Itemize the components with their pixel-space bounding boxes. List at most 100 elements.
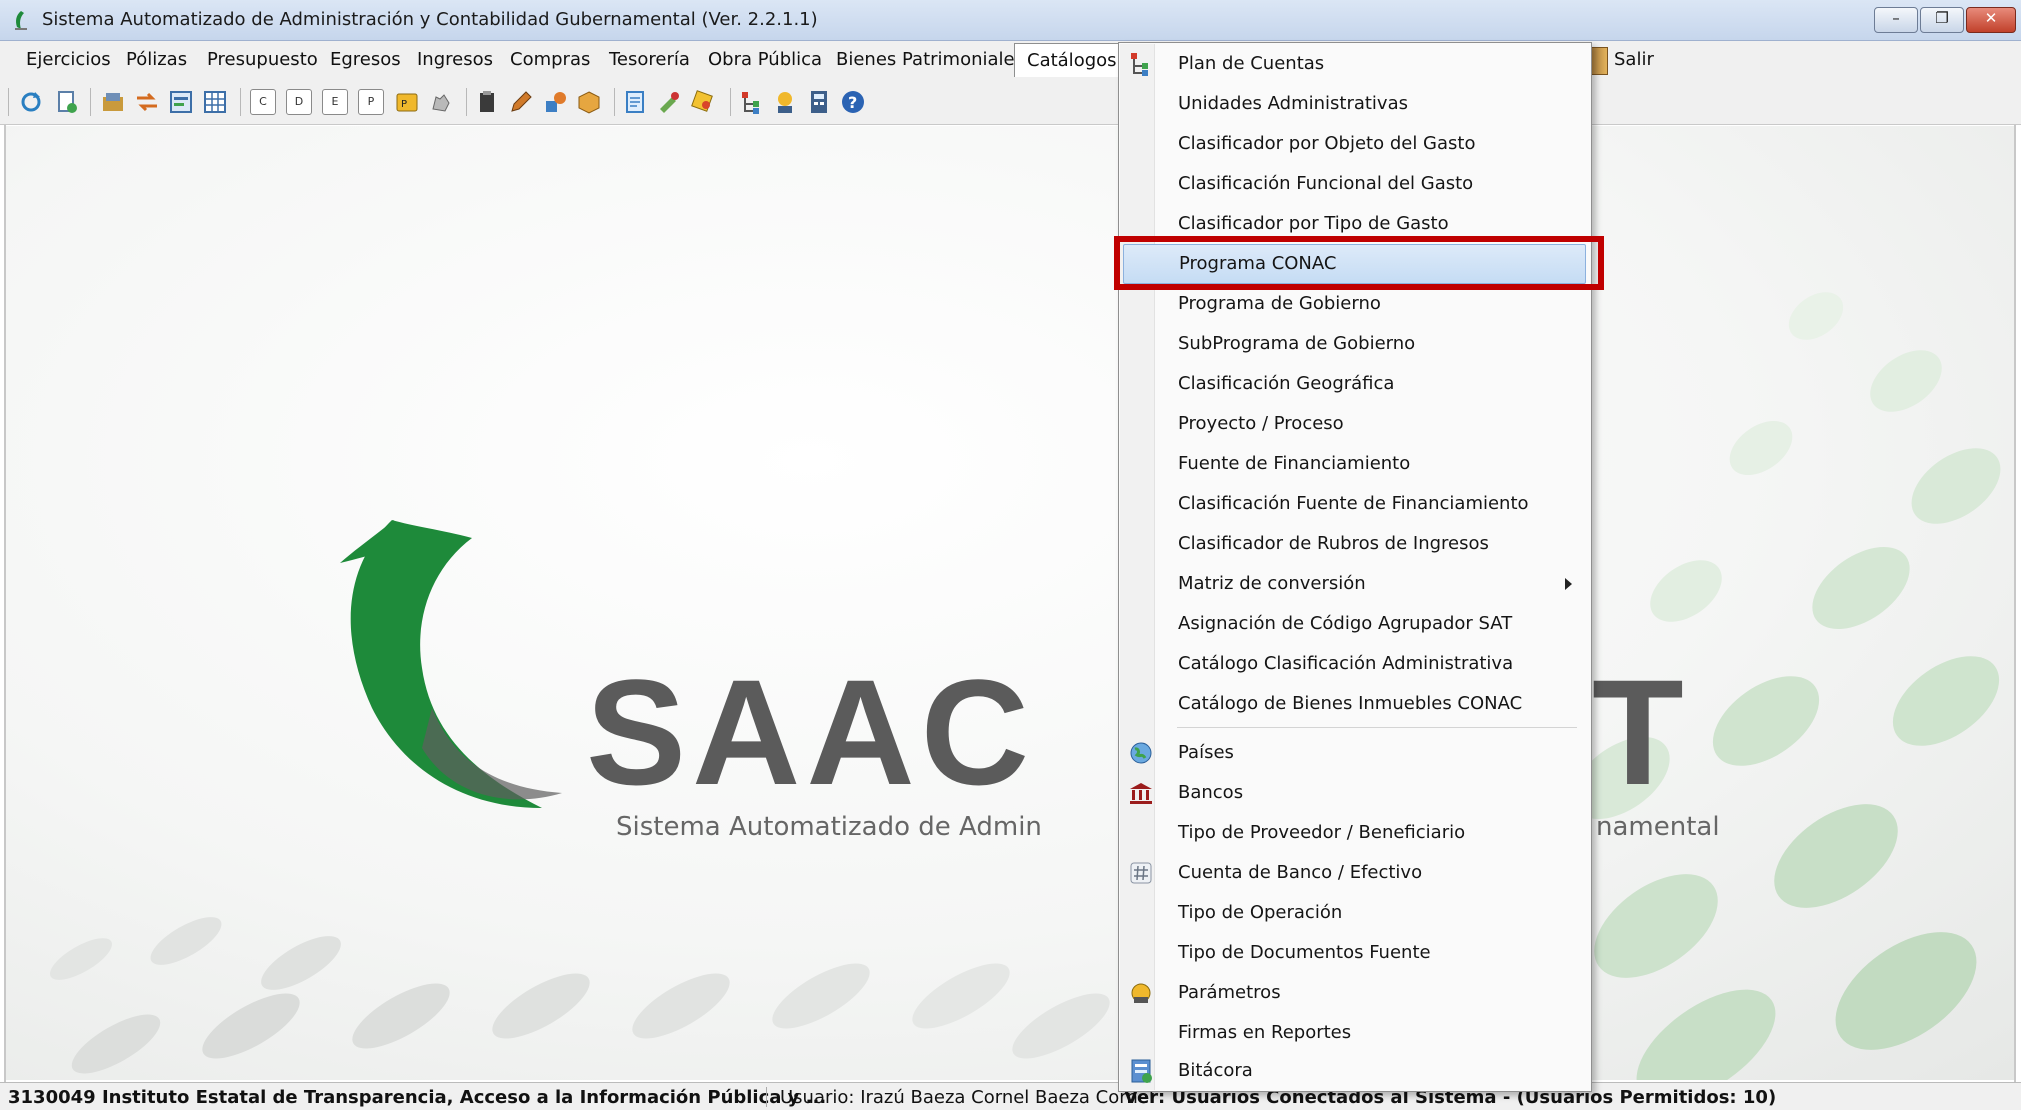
menu-item-label: Clasificador por Tipo de Gasto	[1178, 213, 1449, 234]
svg-text:P: P	[401, 99, 407, 110]
background-pattern	[1617, 967, 1795, 1080]
menu-item-catalogo-bienes-inmuebles[interactable]: Catálogo de Bienes Inmuebles CONAC	[1120, 684, 1590, 724]
menu-bienes-patrimoniales[interactable]: Bienes Patrimoniales	[836, 49, 1024, 70]
logo-wordmark: SAAC	[586, 648, 1036, 816]
menu-item-unidades-administrativas[interactable]: Unidades Administrativas	[1120, 84, 1590, 124]
restore-button[interactable]: ❐	[1920, 7, 1964, 33]
background-pattern	[483, 961, 599, 1051]
menu-separator	[1177, 727, 1577, 728]
menu-obra-publica[interactable]: Obra Pública	[708, 49, 822, 70]
menu-item-label: Clasificación Funcional del Gasto	[1178, 173, 1474, 194]
menu-item-cuenta-banco-efectivo[interactable]: Cuenta de Banco / Efectivo	[1120, 853, 1590, 893]
refresh-icon[interactable]	[18, 89, 44, 115]
menu-item-bancos[interactable]: Bancos	[1120, 773, 1590, 813]
menu-item-label: Cuenta de Banco / Efectivo	[1178, 862, 1423, 883]
app-icon	[15, 11, 27, 30]
menu-egresos[interactable]: Egresos	[330, 49, 401, 70]
toolbar-separator	[614, 88, 615, 116]
menu-item-plan-de-cuentas[interactable]: Plan de Cuentas	[1120, 44, 1590, 84]
menu-item-clasificacion-geografica[interactable]: Clasificación Geográfica	[1120, 364, 1590, 404]
menu-item-subprograma-gobierno[interactable]: SubPrograma de Gobierno	[1120, 324, 1590, 364]
menu-item-clasificacion-funcional-gasto[interactable]: Clasificación Funcional del Gasto	[1120, 164, 1590, 204]
status-bar: 3130049 Instituto Estatal de Transparenc…	[0, 1082, 2021, 1110]
toolbar-separator	[466, 88, 467, 116]
box-icon[interactable]	[576, 89, 602, 115]
minimize-button[interactable]: –	[1874, 7, 1918, 33]
menu-catalogos[interactable]: Catálogos	[1014, 43, 1130, 77]
tools-icon[interactable]	[656, 89, 682, 115]
menu-item-label: Programa de Gobierno	[1178, 293, 1381, 314]
svg-text:?: ?	[848, 93, 857, 112]
background-pattern	[343, 971, 459, 1061]
menu-item-programa-gobierno[interactable]: Programa de Gobierno	[1120, 284, 1590, 324]
menu-item-parametros[interactable]: Parámetros	[1120, 973, 1590, 1013]
menu-item-clasificador-rubros-ingresos[interactable]: Clasificador de Rubros de Ingresos	[1120, 524, 1590, 564]
background-pattern	[1719, 409, 1803, 487]
clipboard-icon[interactable]	[474, 89, 500, 115]
form-edit-icon[interactable]	[168, 89, 194, 115]
menu-presupuesto[interactable]: Presupuesto	[207, 49, 318, 70]
letter-e-button[interactable]: E	[322, 89, 348, 115]
letter-p-button[interactable]: P	[358, 89, 384, 115]
menu-item-label: Tipo de Operación	[1178, 902, 1343, 923]
menu-item-fuente-financiamiento[interactable]: Fuente de Financiamiento	[1120, 444, 1590, 484]
menu-compras[interactable]: Compras	[510, 49, 590, 70]
transfer-icon[interactable]	[134, 89, 160, 115]
background-pattern	[1876, 637, 2014, 765]
letter-d-button[interactable]: D	[286, 89, 312, 115]
background-pattern	[1779, 282, 1853, 350]
background-pattern	[1575, 853, 1737, 999]
background-pattern	[253, 925, 349, 1001]
menu-salir[interactable]: Salir	[1614, 49, 1654, 70]
user-key-icon[interactable]	[772, 89, 798, 115]
stamp-icon[interactable]: P	[394, 89, 420, 115]
menu-item-tipo-operacion[interactable]: Tipo de Operación	[1120, 893, 1590, 933]
status-divider	[766, 1087, 767, 1107]
menu-tesoreria[interactable]: Tesorería	[609, 49, 690, 70]
background-pattern	[1696, 657, 1836, 785]
menu-item-tipo-proveedor[interactable]: Tipo de Proveedor / Beneficiario	[1120, 813, 1590, 853]
log-icon	[1131, 1059, 1152, 1083]
menu-item-label: SubPrograma de Gobierno	[1178, 333, 1416, 354]
menu-item-paises[interactable]: Países	[1120, 733, 1590, 773]
report-icon[interactable]	[622, 89, 648, 115]
menu-item-clasificador-objeto-gasto[interactable]: Clasificador por Objeto del Gasto	[1120, 124, 1590, 164]
hand-icon[interactable]	[428, 89, 454, 115]
toolbar-separator	[730, 88, 731, 116]
title-bar: Sistema Automatizado de Administración y…	[0, 0, 2021, 41]
menu-polizas[interactable]: Pólizas	[126, 49, 187, 70]
menu-item-label: Clasificación Geográfica	[1178, 373, 1395, 394]
tree-icon[interactable]	[738, 89, 764, 115]
logo-leaf-icon	[340, 520, 562, 808]
letter-c-button[interactable]: C	[250, 89, 276, 115]
menu-item-label: Catálogo de Bienes Inmuebles CONAC	[1178, 693, 1523, 714]
shapes-icon[interactable]	[542, 89, 568, 115]
highlight-annotation-box	[1114, 236, 1604, 290]
menu-ingresos[interactable]: Ingresos	[417, 49, 493, 70]
mdi-background: SAAC ET Sistema Automatizado de Admin na…	[6, 126, 2014, 1080]
menu-item-label: Tipo de Documentos Fuente	[1178, 942, 1431, 963]
pencil-icon[interactable]	[508, 89, 534, 115]
background-pattern	[1797, 530, 1925, 646]
menu-ejercicios[interactable]: Ejercicios	[26, 49, 111, 70]
menu-item-label: Clasificador de Rubros de Ingresos	[1178, 533, 1489, 554]
close-button[interactable]: ✕	[1966, 7, 2016, 33]
menu-item-clasificacion-fuente-financiamiento[interactable]: Clasificación Fuente de Financiamiento	[1120, 484, 1590, 524]
background-pattern	[1897, 432, 2014, 540]
calculator-icon[interactable]	[806, 89, 832, 115]
background-pattern	[1638, 547, 1734, 635]
menu-item-proyecto-proceso[interactable]: Proyecto / Proceso	[1120, 404, 1590, 444]
grid-icon[interactable]	[202, 89, 228, 115]
folder-print-icon[interactable]	[100, 89, 126, 115]
menu-item-label: Bitácora	[1178, 1060, 1253, 1081]
menu-item-label: Firmas en Reportes	[1178, 1022, 1352, 1043]
document-add-icon[interactable]	[54, 89, 80, 115]
tags-icon[interactable]	[690, 89, 716, 115]
menu-item-tipo-documentos-fuente[interactable]: Tipo de Documentos Fuente	[1120, 933, 1590, 973]
menu-item-codigo-agrupador-sat[interactable]: Asignación de Código Agrupador SAT	[1120, 604, 1590, 644]
menu-item-catalogo-clasificacion-administrativa[interactable]: Catálogo Clasificación Administrativa	[1120, 644, 1590, 684]
menu-item-firmas-reportes[interactable]: Firmas en Reportes	[1120, 1013, 1590, 1053]
help-icon[interactable]: ?	[840, 89, 866, 115]
menu-item-matriz-conversion[interactable]: Matriz de conversión	[1120, 564, 1590, 604]
menu-item-bitacora[interactable]: Bitácora	[1120, 1051, 1590, 1091]
